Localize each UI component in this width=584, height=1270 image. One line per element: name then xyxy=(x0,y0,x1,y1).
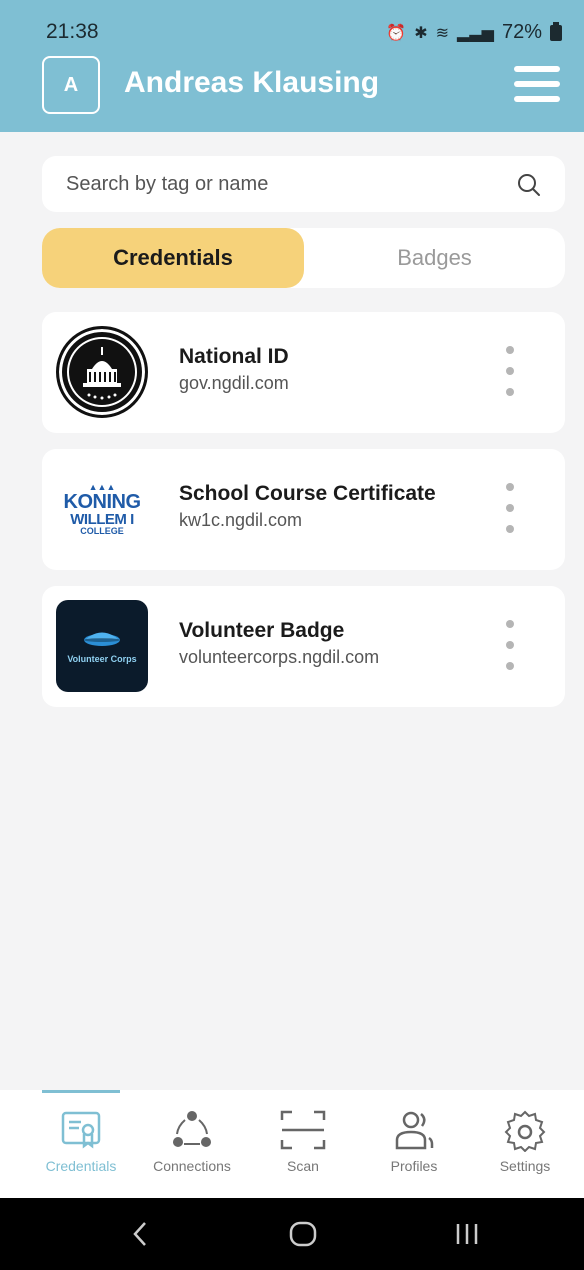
nav-label: Connections xyxy=(153,1158,231,1174)
credential-domain: kw1c.ngdil.com xyxy=(179,510,303,530)
nav-scan[interactable]: Scan xyxy=(248,1108,358,1174)
credential-domain: volunteercorps.ngdil.com xyxy=(179,647,380,667)
recent-apps-icon[interactable] xyxy=(455,1220,479,1248)
active-tab-indicator xyxy=(42,1090,120,1093)
avatar-initial: A xyxy=(63,73,79,96)
seal-logo xyxy=(56,326,148,418)
certificate-icon xyxy=(61,1111,101,1149)
koning-willem-logo: ▲▲▲ KONING WILLEM I COLLEGE xyxy=(56,463,148,555)
hamburger-icon-bar xyxy=(514,96,560,102)
credential-title: National ID xyxy=(179,345,289,368)
gear-icon xyxy=(504,1110,546,1152)
credential-card[interactable]: Volunteer Corps Volunteer Badge voluntee… xyxy=(42,586,565,707)
wifi-icon: ≋ xyxy=(435,24,450,42)
credential-card[interactable]: National ID gov.ngdil.com xyxy=(42,312,565,433)
nav-label: Credentials xyxy=(45,1158,117,1174)
nav-label: Profiles xyxy=(390,1158,438,1174)
nav-connections[interactable]: Connections xyxy=(137,1108,247,1174)
battery-icon xyxy=(550,21,562,41)
signal-icon: ▂▃▅ xyxy=(457,24,494,42)
system-navigation-bar xyxy=(0,1198,584,1270)
alarm-icon: ⏰ xyxy=(386,24,407,42)
status-bar-icons: ⏰ ✱ ≋ ▂▃▅ 72% xyxy=(386,21,562,44)
credential-title: School Course Certificate xyxy=(179,482,436,505)
search-bar[interactable] xyxy=(42,156,565,212)
nav-settings[interactable]: Settings xyxy=(470,1108,580,1174)
search-icon[interactable] xyxy=(516,172,542,198)
home-icon[interactable] xyxy=(289,1220,317,1248)
user-name: Andreas Klausing xyxy=(124,66,380,99)
capitol-building-icon xyxy=(83,347,121,400)
bottom-navigation: Credentials Connections Scan Profiles Se… xyxy=(0,1090,584,1198)
credential-title: Volunteer Badge xyxy=(179,619,345,642)
koning-line2: WILLEM I xyxy=(70,510,134,528)
credential-card[interactable]: ▲▲▲ KONING WILLEM I COLLEGE School Cours… xyxy=(42,449,565,570)
tab-credentials[interactable]: Credentials xyxy=(42,228,304,288)
battery-percent: 72% xyxy=(501,21,542,43)
tab-badges[interactable]: Badges xyxy=(304,228,565,288)
avatar[interactable]: A xyxy=(42,56,100,114)
hamburger-icon-bar xyxy=(514,66,560,72)
nav-label: Scan xyxy=(287,1158,319,1174)
more-options-icon[interactable] xyxy=(503,620,517,670)
more-options-icon[interactable] xyxy=(503,483,517,533)
nav-credentials[interactable]: Credentials xyxy=(26,1108,136,1174)
status-time: 21:38 xyxy=(46,20,99,43)
more-options-icon[interactable] xyxy=(503,346,517,396)
app-header: 21:38 ⏰ ✱ ≋ ▂▃▅ 72% A Andreas Klausing xyxy=(0,0,584,132)
search-input[interactable] xyxy=(64,156,504,212)
stadium-icon xyxy=(84,632,120,646)
volunteer-corps-text: Volunteer Corps xyxy=(67,654,137,664)
hamburger-icon-bar xyxy=(514,81,560,87)
nav-profiles[interactable]: Profiles xyxy=(359,1108,469,1174)
credential-domain: gov.ngdil.com xyxy=(179,373,289,393)
koning-line3: COLLEGE xyxy=(80,525,124,536)
connections-icon xyxy=(173,1111,211,1147)
profiles-icon xyxy=(395,1111,434,1150)
tab-bar: Credentials Badges xyxy=(42,228,565,288)
scan-icon xyxy=(280,1110,326,1150)
menu-button[interactable] xyxy=(514,66,560,102)
back-icon[interactable] xyxy=(130,1220,150,1248)
koning-line1: KONING xyxy=(63,490,142,513)
bluetooth-icon: ✱ xyxy=(414,24,428,42)
volunteer-corps-logo: Volunteer Corps xyxy=(56,600,148,692)
nav-label: Settings xyxy=(499,1158,551,1174)
